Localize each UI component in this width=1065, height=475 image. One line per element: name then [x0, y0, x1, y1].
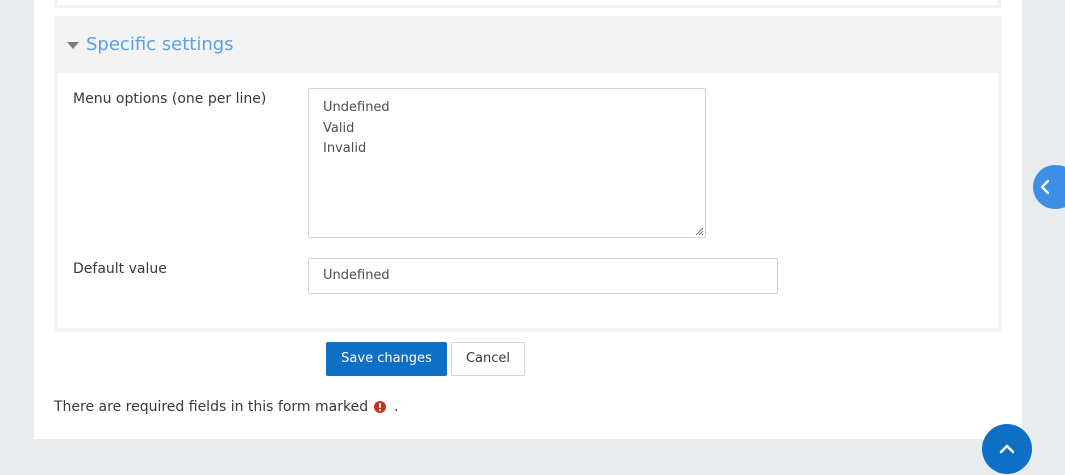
caret-down-icon[interactable]: [67, 42, 79, 49]
chevron-up-icon: [999, 444, 1015, 454]
required-fields-note: There are required fields in this form m…: [54, 399, 399, 415]
specific-settings-fieldset: Specific settings Menu options (one per …: [54, 16, 1002, 332]
back-to-top-button[interactable]: [982, 424, 1032, 474]
required-note-text: There are required fields in this form m…: [54, 399, 369, 415]
required-exclamation-icon: [374, 401, 387, 413]
menu-options-textarea[interactable]: Undefined Valid Invalid: [308, 88, 706, 238]
default-value-input[interactable]: Undefined: [308, 258, 778, 294]
main-content-card: Specific settings Menu options (one per …: [34, 0, 1032, 474]
chevron-left-icon: [1040, 179, 1050, 195]
save-changes-button[interactable]: Save changes: [326, 342, 447, 376]
menu-options-label: Menu options (one per line): [73, 91, 267, 107]
resize-handle-icon[interactable]: [694, 226, 704, 236]
required-note-suffix: .: [394, 399, 399, 415]
menu-option-line: Invalid: [323, 141, 367, 156]
previous-fieldset-bottom: [54, 0, 1001, 8]
section-title[interactable]: Specific settings: [86, 34, 234, 55]
fieldset-body: Menu options (one per line) Undefined Va…: [58, 73, 998, 328]
fieldset-legend[interactable]: Specific settings: [54, 16, 1002, 73]
default-value-label: Default value: [73, 261, 167, 277]
drawer-toggle-button[interactable]: [1033, 165, 1065, 209]
page-scrollbar-track[interactable]: [1057, 0, 1065, 475]
cancel-button[interactable]: Cancel: [451, 342, 525, 376]
menu-option-line: Valid: [323, 120, 355, 136]
menu-option-line: Undefined: [323, 100, 390, 115]
